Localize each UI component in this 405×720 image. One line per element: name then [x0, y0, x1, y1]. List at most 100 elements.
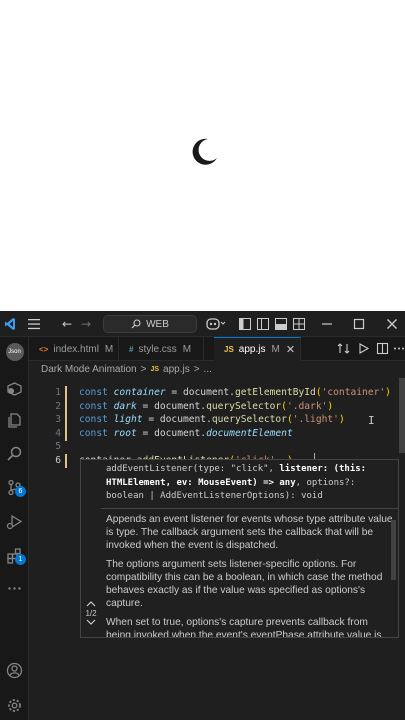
- modified-gutter-marker: [65, 453, 67, 468]
- search-icon: [131, 319, 141, 329]
- code-text: const dark = document.querySelector('.da…: [79, 400, 333, 414]
- line-number: 4: [55, 427, 61, 439]
- code-token: = document.: [142, 414, 212, 425]
- activity-settings[interactable]: [0, 690, 29, 720]
- panel-bottom-icon[interactable]: [256, 311, 270, 337]
- code-token: = document.: [136, 400, 207, 412]
- code-token: ): [385, 387, 391, 398]
- code-token: = document.: [165, 387, 235, 398]
- tab-bar: <> index.html M # style.css M JS app.js …: [29, 337, 405, 361]
- tab-index-html[interactable]: <> index.html M: [29, 337, 119, 361]
- code-token: ): [327, 400, 334, 412]
- tab-label: style.css: [138, 343, 177, 355]
- arrow-left-icon[interactable]: ←: [60, 311, 74, 337]
- code-line[interactable]: 2 const dark = document.querySelector('.d…: [29, 399, 399, 414]
- search-icon: [7, 446, 22, 461]
- signature-part: addEventListener(type: "click",: [106, 464, 280, 474]
- activity-search[interactable]: [0, 438, 29, 468]
- moon-icon[interactable]: [188, 136, 220, 168]
- activity-extensions[interactable]: 1: [0, 540, 29, 570]
- overload-nav: 1/2: [81, 600, 101, 636]
- code-line[interactable]: 3 const light = document.querySelector('.…: [29, 413, 399, 427]
- activity-run-debug[interactable]: [0, 506, 29, 536]
- code-line[interactable]: 4 const root = document.documentElement: [29, 426, 399, 441]
- code-token: root: [113, 427, 137, 439]
- activity-bar: Json 6 1: [0, 337, 29, 720]
- scrollbar-thumb[interactable]: [399, 378, 405, 453]
- minimize-icon[interactable]: [320, 311, 334, 337]
- copilot-icon[interactable]: [205, 311, 227, 337]
- tab-close-icon[interactable]: ✕: [286, 343, 295, 356]
- doc-paragraph: Appends an event listener for events who…: [106, 514, 393, 551]
- tab-label: index.html: [53, 343, 99, 355]
- documentation: Appends an event listener for events who…: [106, 513, 394, 638]
- code-text: const root = document.documentElement: [79, 427, 293, 441]
- command-center-search[interactable]: WEB: [103, 315, 197, 333]
- arrow-right-icon[interactable]: →: [79, 311, 93, 337]
- source-control-badge: 6: [15, 486, 26, 497]
- editor-scrollbar[interactable]: [399, 378, 405, 720]
- json-avatar-button[interactable]: Json: [0, 337, 29, 367]
- mouse-ibeam-cursor: I: [368, 414, 375, 427]
- tab-style-css[interactable]: # style.css M: [119, 337, 204, 361]
- breadcrumb-folder[interactable]: Dark Mode Animation: [41, 364, 137, 375]
- hamburger-icon[interactable]: [27, 311, 41, 337]
- line-number: 5: [55, 441, 61, 452]
- layout-grid-icon[interactable]: [292, 311, 306, 337]
- modified-gutter-marker: [65, 386, 67, 400]
- activity-accounts[interactable]: [0, 655, 29, 685]
- run-icon[interactable]: [357, 342, 370, 355]
- tab-label: app.js: [238, 344, 266, 355]
- code-token: const: [79, 400, 114, 412]
- code-token: const: [79, 427, 114, 439]
- breadcrumb-file[interactable]: app.js: [163, 364, 190, 375]
- code-token: light: [113, 414, 143, 425]
- activity-extensions-box[interactable]: [0, 373, 29, 403]
- extensions-badge: 1: [15, 554, 26, 565]
- vscode-logo-icon[interactable]: [4, 311, 16, 337]
- activity-source-control[interactable]: 6: [0, 472, 29, 502]
- doc-paragraph: The options argument sets listener-speci…: [106, 559, 383, 609]
- signature: addEventListener(type: "click", listener…: [106, 463, 394, 504]
- split-editor-icon[interactable]: [376, 342, 389, 355]
- settings-gear-icon: [8, 698, 21, 712]
- code-line[interactable]: 5: [29, 440, 399, 454]
- sidebar-left-icon[interactable]: [238, 311, 252, 337]
- breadcrumb-symbol[interactable]: ...: [204, 364, 212, 375]
- code-token: querySelector: [206, 400, 282, 412]
- js-file-icon: JS: [150, 366, 160, 373]
- editor-actions: [335, 337, 405, 361]
- close-icon[interactable]: [385, 311, 399, 337]
- hover-scrollbar[interactable]: [391, 520, 396, 580]
- chevron-up-icon[interactable]: [86, 600, 96, 607]
- sidebar-right-icon[interactable]: [274, 311, 288, 337]
- hover-documentation-widget: addEventListener(type: "click", listener…: [80, 459, 399, 638]
- compare-changes-icon[interactable]: [337, 342, 350, 355]
- line-number: 3: [55, 414, 61, 425]
- code-line[interactable]: 1 const container = document.getElementBy…: [29, 386, 399, 400]
- title-bar: ← → WEB: [0, 311, 405, 337]
- chevron-down-icon[interactable]: [86, 619, 96, 626]
- activity-explorer[interactable]: [0, 405, 29, 435]
- more-actions-icon[interactable]: [393, 342, 405, 355]
- code-token: const: [79, 387, 114, 398]
- activity-more[interactable]: [0, 573, 29, 603]
- maximize-icon[interactable]: [352, 311, 366, 337]
- code-token: ): [338, 414, 345, 425]
- code-token: '.dark': [286, 400, 328, 412]
- html-file-icon: <>: [39, 344, 49, 354]
- css-file-icon: #: [129, 344, 134, 354]
- modified-gutter-marker: [65, 413, 67, 427]
- code-text: const container = document.getElementByI…: [79, 386, 391, 400]
- page-preview: [0, 0, 405, 311]
- code-token: '.light': [292, 414, 339, 425]
- code-text: const light = document.querySelector('.l…: [79, 413, 345, 427]
- tab-app-js[interactable]: JS app.js M ✕: [214, 337, 301, 361]
- run-debug-icon: [6, 514, 23, 529]
- search-label: WEB: [146, 318, 169, 330]
- breadcrumb: Dark Mode Animation > JS app.js > ...: [29, 361, 405, 378]
- code-token: getElementById: [234, 387, 316, 398]
- doc-paragraph: When set to true, options's capture prev…: [106, 617, 382, 638]
- modified-gutter-marker: [65, 426, 67, 441]
- code-token: 'container': [321, 387, 386, 398]
